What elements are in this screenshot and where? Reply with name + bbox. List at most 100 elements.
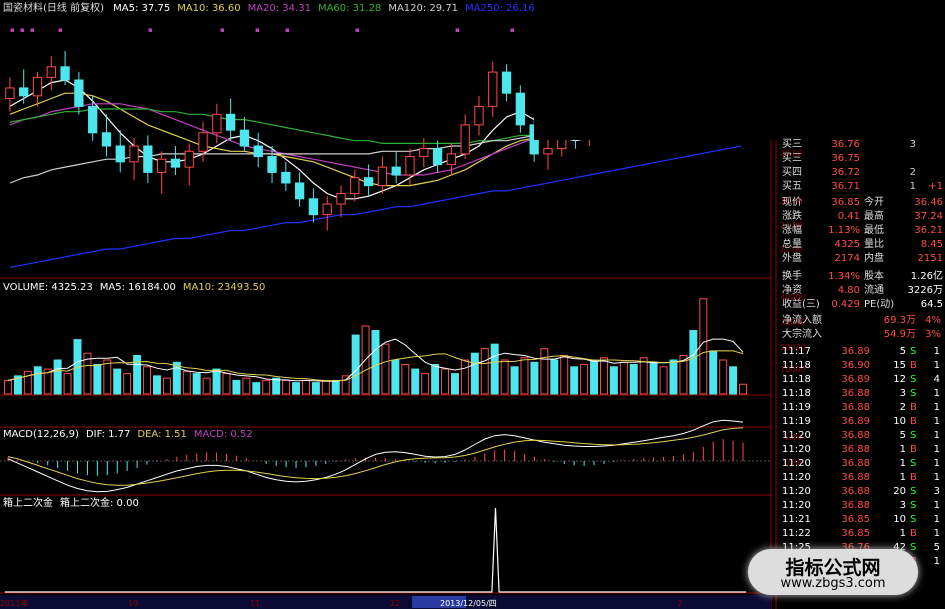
tick-row-cell: 3 bbox=[899, 500, 906, 511]
stat-row-cell: 净资 bbox=[782, 285, 802, 296]
flow-row: 大宗流入 54.9万 3% bbox=[776, 328, 945, 342]
volume-bar bbox=[649, 361, 658, 395]
tick-row-cell: 11:20 bbox=[782, 472, 811, 483]
tick-row-cell: 11:20 bbox=[782, 430, 811, 441]
volume-bar bbox=[113, 368, 122, 395]
tick-row: 11:19 36.88 2 B 1 bbox=[776, 401, 945, 415]
volume-bar bbox=[371, 330, 380, 395]
stat-row-cell: 4325 bbox=[834, 239, 860, 250]
volume-bar bbox=[53, 359, 62, 395]
tick-row-cell: B bbox=[910, 444, 917, 455]
tick-row-cell: B bbox=[910, 360, 917, 371]
time-axis-bar bbox=[0, 595, 771, 609]
tick-row-cell: 1 bbox=[899, 458, 906, 469]
volume-bar bbox=[272, 377, 281, 395]
stat-row-cell: 换手 bbox=[782, 271, 802, 282]
macd-legend-item: MACD(12,26,9) bbox=[3, 429, 79, 440]
volume-bar bbox=[421, 373, 430, 395]
main-legend-item: MA10: 36.60 bbox=[177, 3, 241, 14]
volume-bar bbox=[143, 366, 152, 395]
volume-bar bbox=[331, 379, 340, 395]
tick-row-cell: B bbox=[910, 528, 917, 539]
candle-body bbox=[253, 145, 263, 158]
volume-bar bbox=[629, 364, 638, 395]
volume-bar bbox=[202, 377, 211, 395]
volume-bar bbox=[381, 343, 390, 395]
tick-row-cell: 1 bbox=[933, 472, 940, 483]
stat-row-cell: 0.41 bbox=[837, 211, 860, 222]
x-tick: 2013年 bbox=[0, 598, 28, 608]
top-marker: ▪ bbox=[355, 26, 360, 34]
bid-row-cell: 买四 bbox=[782, 167, 802, 178]
tick-row-cell: 1 bbox=[933, 430, 940, 441]
volume-bar bbox=[33, 366, 42, 395]
volume-bar bbox=[123, 373, 132, 395]
tick-row-cell: 36.88 bbox=[841, 388, 870, 399]
volume-bar bbox=[3, 379, 12, 395]
stat-row-cell: 现价 bbox=[782, 197, 802, 208]
stat-row-cell: 64.5 bbox=[920, 299, 943, 310]
tick-row-cell: 10 bbox=[893, 514, 906, 525]
tick-row-cell: S bbox=[910, 374, 917, 385]
volume-bar bbox=[460, 359, 469, 395]
stat-row-cell: 0.429 bbox=[831, 299, 860, 310]
tick-row-cell: 1 bbox=[933, 458, 940, 469]
tick-row-cell: 11:20 bbox=[782, 458, 811, 469]
tick-row: 11:18 36.90 15 B 1 bbox=[776, 359, 945, 373]
volume-bar bbox=[252, 382, 261, 395]
main-legend-item: MA60: 31.28 bbox=[317, 3, 382, 14]
flow-row-cell: 54.9万 bbox=[883, 329, 916, 340]
volume-bar bbox=[341, 375, 350, 395]
candle-body bbox=[32, 76, 43, 97]
stat-row: 收益(三) 0.429 PE(动) 64.5 bbox=[776, 298, 945, 312]
volume-bar bbox=[311, 382, 320, 395]
x-tick: 10 bbox=[128, 599, 138, 608]
tick-row: 11:20 36.88 1 S 1 bbox=[776, 457, 945, 471]
macd-legend-item: DEA: 1.51 bbox=[137, 429, 187, 440]
volume-bar bbox=[182, 370, 191, 395]
volume-bar bbox=[729, 366, 738, 395]
flow-row-cell: 大宗流入 bbox=[782, 329, 822, 340]
volume-bar bbox=[103, 359, 112, 395]
stat-row-cell: 1.26亿 bbox=[910, 271, 943, 282]
stock-title: 国瓷材料(日线 前复权) bbox=[3, 3, 104, 14]
volume-bar bbox=[470, 352, 479, 395]
tick-row-cell: 3 bbox=[899, 388, 906, 399]
tick-row-cell: B bbox=[910, 416, 917, 427]
candle-body bbox=[294, 182, 305, 200]
candle-body bbox=[60, 66, 70, 81]
volume-legend-item: VOLUME: 4325.23 bbox=[3, 282, 93, 293]
volume-bar bbox=[580, 364, 589, 395]
tick-row-cell: 1 bbox=[933, 346, 940, 357]
tick-row-cell: 11:18 bbox=[782, 360, 811, 371]
bid-row: 买三 36.76 3 bbox=[776, 138, 945, 152]
volume-bar bbox=[262, 379, 271, 395]
candle-body bbox=[322, 203, 332, 216]
bid-row-cell: 买三 bbox=[782, 139, 802, 150]
quote-panel: 买三 36.76 3 买三 36.75 买四 36.72 2 买五 36.71 1 +1 现价 36.85… bbox=[776, 138, 945, 609]
main-legend-item: MA120: 29.71 bbox=[388, 3, 459, 14]
tick-row-cell: 5 bbox=[899, 346, 906, 357]
flow-row: 净流入额 69.3万 4% bbox=[776, 314, 945, 328]
tick-row-cell: 36.88 bbox=[841, 486, 870, 497]
top-marker: ▪ bbox=[30, 26, 35, 34]
bid-row-cell: +1 bbox=[928, 181, 943, 192]
bid-row: 买五 36.71 1 +1 bbox=[776, 180, 945, 194]
bid-row-cell: 1 bbox=[909, 181, 916, 192]
volume-bar bbox=[619, 361, 628, 395]
stat-row-cell: 今开 bbox=[864, 197, 884, 208]
main-legend-item: MA5: 37.75 bbox=[113, 3, 171, 14]
indicator-legend: 箱上二次金 箱上二次金: 0.00 bbox=[3, 498, 146, 510]
top-marker: ▪ bbox=[510, 26, 515, 34]
stat-row-cell: 1.34% bbox=[828, 271, 860, 282]
tick-row-cell: 5 bbox=[933, 542, 940, 553]
stat-row-cell: 36.21 bbox=[914, 225, 943, 236]
tick-row: 11:17 36.89 5 S 1 bbox=[776, 345, 945, 359]
tick-row-cell: 1 bbox=[933, 514, 940, 525]
volume-bar bbox=[739, 383, 748, 395]
volume-bar bbox=[212, 368, 221, 395]
x-tick: 11 bbox=[250, 599, 260, 608]
indicator-legend-item: 箱上二次金 bbox=[3, 498, 53, 509]
tick-row-cell: 36.89 bbox=[841, 374, 870, 385]
volume-bar bbox=[599, 357, 608, 395]
